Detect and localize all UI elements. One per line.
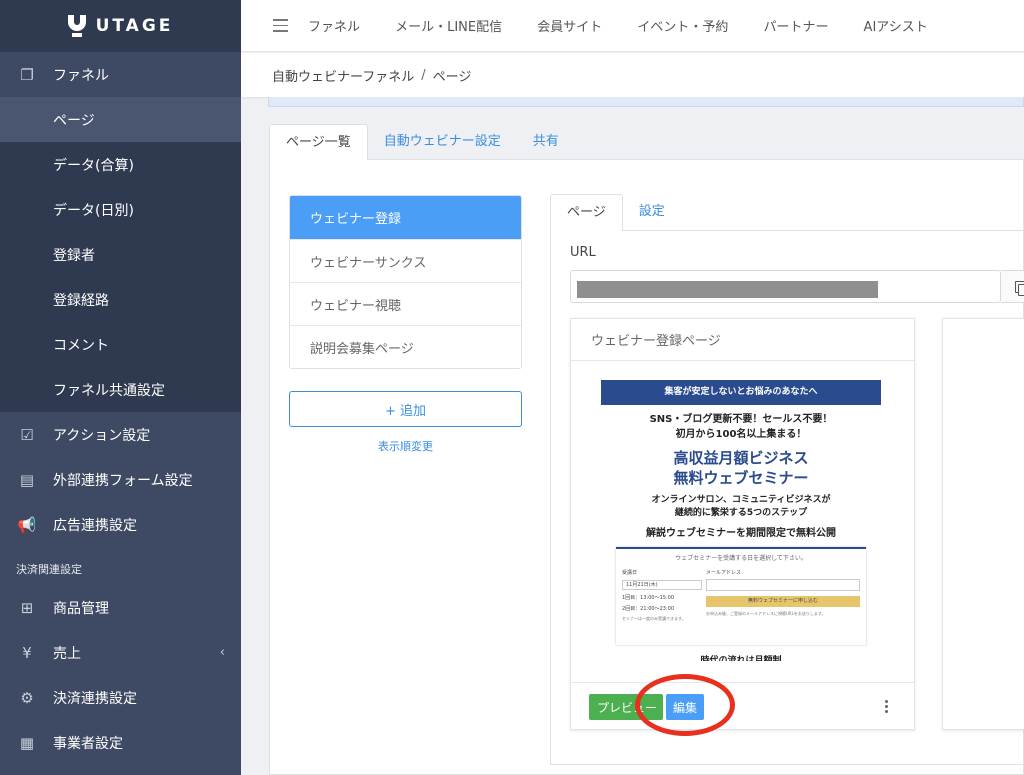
url-redacted: [577, 281, 878, 298]
sidebar-item-external-form-settings[interactable]: ▤ 外部連携フォーム設定: [0, 457, 241, 502]
card-footer: プレビュー 編集: [571, 674, 914, 736]
reorder-link[interactable]: 表示順変更: [289, 438, 522, 454]
sidebar-item-action-settings[interactable]: ☑ アクション設定: [0, 412, 241, 457]
page-card: ウェビナー登録ページ 集客が安定しないとお悩みのあなたへ SNS・ブログ更新不要…: [570, 318, 915, 736]
utage-logo-icon: [67, 15, 86, 37]
thumb-form: ウェブセミナーを受講する日を選択して下さい。 受講日 11月21日(木) 1回目…: [616, 547, 866, 645]
sidebar-item-registration-route[interactable]: 登録経路: [0, 277, 241, 322]
thumb-note-left: セミナーは一度のみ受講できます。: [622, 616, 686, 621]
tab-page[interactable]: ページ: [550, 194, 623, 231]
url-label: URL: [570, 245, 596, 260]
thumb-email-label: メールアドレス: [706, 570, 742, 576]
thumb-form-header: ウェブセミナーを受講する日を選択して下さい。: [675, 555, 807, 562]
thumb-title-2: 無料ウェブセミナー: [673, 469, 809, 487]
thumb-date-select: 11月21日(木): [622, 580, 702, 590]
thumb-submit: 無料ウェブセミナーに申し込む: [706, 596, 860, 607]
topnav-member-site[interactable]: 会員サイト: [537, 20, 602, 35]
thumb-slot-2: 2回目：21:00〜23:00: [622, 606, 674, 612]
thumb-headline-1: SNS・ブログ更新不要！セールス不要！: [649, 414, 833, 425]
breadcrumb-separator: /: [421, 67, 426, 83]
url-field[interactable]: [570, 270, 1001, 303]
basket-icon: ⊞: [20, 598, 34, 617]
sidebar-item-registrants[interactable]: 登録者: [0, 232, 241, 277]
hamburger-menu-icon[interactable]: [273, 19, 288, 32]
sidebar-submenu-funnel: ページ データ(合算) データ(日別) 登録者 登録経路 コメント ファネル共通…: [0, 97, 241, 412]
page-list: ウェビナー登録 ウェビナーサンクス ウェビナー視聴 説明会募集ページ: [289, 195, 522, 369]
more-options-icon[interactable]: [883, 700, 889, 713]
copy-icon: [1015, 281, 1024, 296]
add-page-button[interactable]: + 追加: [289, 391, 522, 427]
thumb-form-left: 受講日 11月21日(木) 1回目：13:00〜15:00 2回目：21:00〜…: [622, 569, 702, 625]
brand-name: UTAGE: [95, 16, 174, 36]
preview-button[interactable]: プレビュー: [589, 694, 663, 720]
page-list-item-briefing-page[interactable]: 説明会募集ページ: [290, 325, 521, 368]
topnav-mail-line[interactable]: メール・LINE配信: [395, 20, 502, 35]
breadcrumb-funnel[interactable]: 自動ウェビナーファネル: [272, 66, 414, 85]
thumb-slot-1: 1回目：13:00〜15:00: [622, 595, 674, 601]
checkbox-icon: ☑: [20, 425, 34, 444]
tab-page-list[interactable]: ページ一覧: [269, 124, 368, 160]
copy-icon: ❐: [20, 65, 34, 84]
page-list-item-webinar-registration[interactable]: ウェビナー登録: [290, 196, 521, 239]
page-thumbnail[interactable]: 集客が安定しないとお悩みのあなたへ SNS・ブログ更新不要！セールス不要！ 初月…: [601, 380, 881, 661]
thumb-email-input: [706, 579, 860, 591]
building-icon: ▦: [19, 733, 35, 752]
thumb-title-1: 高収益月額ビジネス: [673, 449, 809, 467]
copy-url-button[interactable]: [1001, 270, 1024, 303]
thumb-date-label: 受講日: [622, 570, 638, 576]
top-nav: ファネル メール・LINE配信 会員サイト イベント・予約 パートナー AIアシ…: [308, 16, 958, 35]
sidebar-item-ad-settings[interactable]: 📢 広告連携設定: [0, 502, 241, 547]
gear-icon: ⚙: [20, 688, 34, 707]
tab-settings[interactable]: 設定: [623, 194, 681, 231]
sidebar-item-products[interactable]: ⊞ 商品管理: [0, 585, 241, 630]
detail-tabs: ページ 設定: [550, 194, 681, 231]
topnav-event-booking[interactable]: イベント・予約: [637, 20, 728, 35]
thumb-sub-2: 継続的に繁栄する5つのステップ: [674, 508, 808, 518]
topnav-funnel[interactable]: ファネル: [308, 20, 360, 35]
thumb-sub-1: オンラインサロン、コミュニティビジネスが: [651, 495, 831, 505]
sidebar-item-sales[interactable]: ¥ 売上 ‹: [0, 630, 241, 675]
page-list-item-webinar-thanks[interactable]: ウェビナーサンクス: [290, 239, 521, 282]
sidebar: UTAGE ❐ ファネル ページ データ(合算) データ(日別) 登録者 登録経…: [0, 0, 241, 775]
chevron-left-icon: ‹: [219, 645, 225, 660]
sidebar-item-business-settings[interactable]: ▦ 事業者設定: [0, 720, 241, 765]
brand-logo[interactable]: UTAGE: [0, 0, 241, 52]
thumb-sub-3: 解説ウェブセミナーを期間限定で無料公開: [646, 528, 836, 539]
form-icon: ▤: [19, 470, 35, 489]
thumb-bottom-text: 時代の流れは月額制: [700, 656, 782, 661]
thumb-form-right: メールアドレス 無料ウェブセミナーに申し込む お申込み後、ご登録のメールアドレス…: [706, 569, 860, 616]
tab-auto-webinar-settings[interactable]: 自動ウェビナー設定: [368, 124, 517, 160]
tab-share[interactable]: 共有: [517, 124, 575, 160]
topnav-partner[interactable]: パートナー: [763, 20, 828, 35]
card-title: ウェビナー登録ページ: [571, 319, 914, 361]
page-card-next: [942, 318, 1024, 730]
top-navbar: ファネル メール・LINE配信 会員サイト イベント・予約 パートナー AIアシ…: [241, 0, 1024, 52]
sidebar-item-funnel-common-settings[interactable]: ファネル共通設定: [0, 367, 241, 412]
sidebar-item-data-total[interactable]: データ(合算): [0, 142, 241, 187]
yen-icon: ¥: [22, 643, 32, 662]
sidebar-section-payment: 決済関連設定: [16, 563, 82, 576]
megaphone-icon: 📢: [17, 515, 37, 534]
sidebar-item-funnel[interactable]: ❐ ファネル: [0, 52, 241, 97]
main-tabs: ページ一覧 自動ウェビナー設定 共有: [269, 124, 1024, 160]
thumb-banner: 集客が安定しないとお悩みのあなたへ: [601, 380, 881, 405]
sidebar-item-payment-integration[interactable]: ⚙ 決済連携設定: [0, 675, 241, 720]
thumb-note-right: お申込み後、ご登録のメールアドレスに視聴URLをお送りします。: [706, 611, 826, 616]
info-alert: [268, 97, 1024, 107]
breadcrumb-current: ページ: [432, 69, 472, 85]
breadcrumb: 自動ウェビナーファネル / ページ: [241, 53, 1024, 97]
sidebar-item-page[interactable]: ページ: [0, 97, 241, 142]
thumb-headline-2: 初月から100名以上集まる！: [675, 429, 807, 440]
sidebar-item-data-daily[interactable]: データ(日別): [0, 187, 241, 232]
topnav-ai-assist[interactable]: AIアシスト: [864, 20, 928, 35]
sidebar-item-comments[interactable]: コメント: [0, 322, 241, 367]
page-list-item-webinar-viewing[interactable]: ウェビナー視聴: [290, 282, 521, 325]
edit-button[interactable]: 編集: [666, 694, 704, 720]
